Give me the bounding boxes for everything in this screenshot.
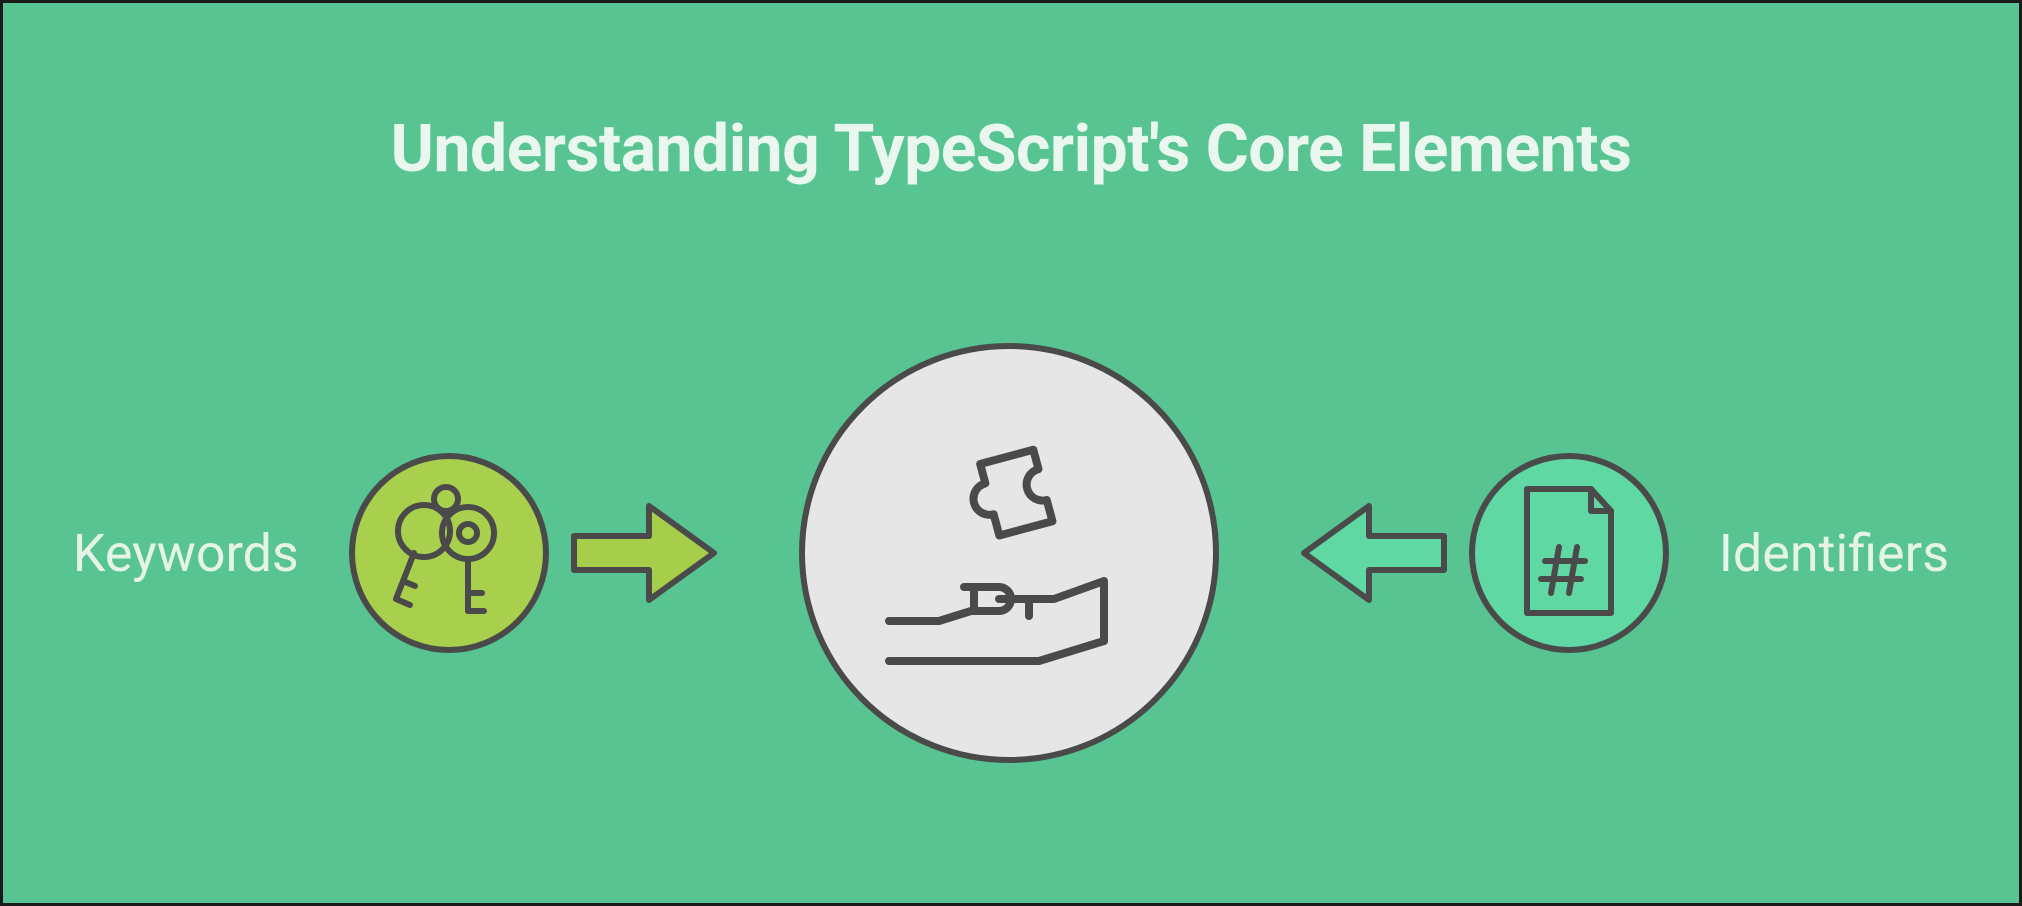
keys-icon	[384, 481, 514, 625]
arrow-left-icon	[1299, 498, 1449, 608]
hand-puzzle-icon	[879, 421, 1139, 685]
arrow-right-icon	[569, 498, 719, 608]
diagram-row: Keywords	[3, 343, 2019, 763]
identifiers-label: Identifiers	[1719, 523, 1949, 584]
diagram-title: Understanding TypeScript's Core Elements	[3, 111, 2019, 188]
identifiers-group: Identifiers	[1299, 453, 1949, 653]
core-elements-circle	[799, 343, 1219, 763]
identifiers-circle	[1469, 453, 1669, 653]
diagram-frame: Understanding TypeScript's Core Elements…	[0, 0, 2022, 906]
file-hash-icon	[1509, 481, 1629, 625]
keywords-label: Keywords	[73, 523, 299, 584]
keywords-group: Keywords	[73, 453, 719, 653]
keywords-circle	[349, 453, 549, 653]
